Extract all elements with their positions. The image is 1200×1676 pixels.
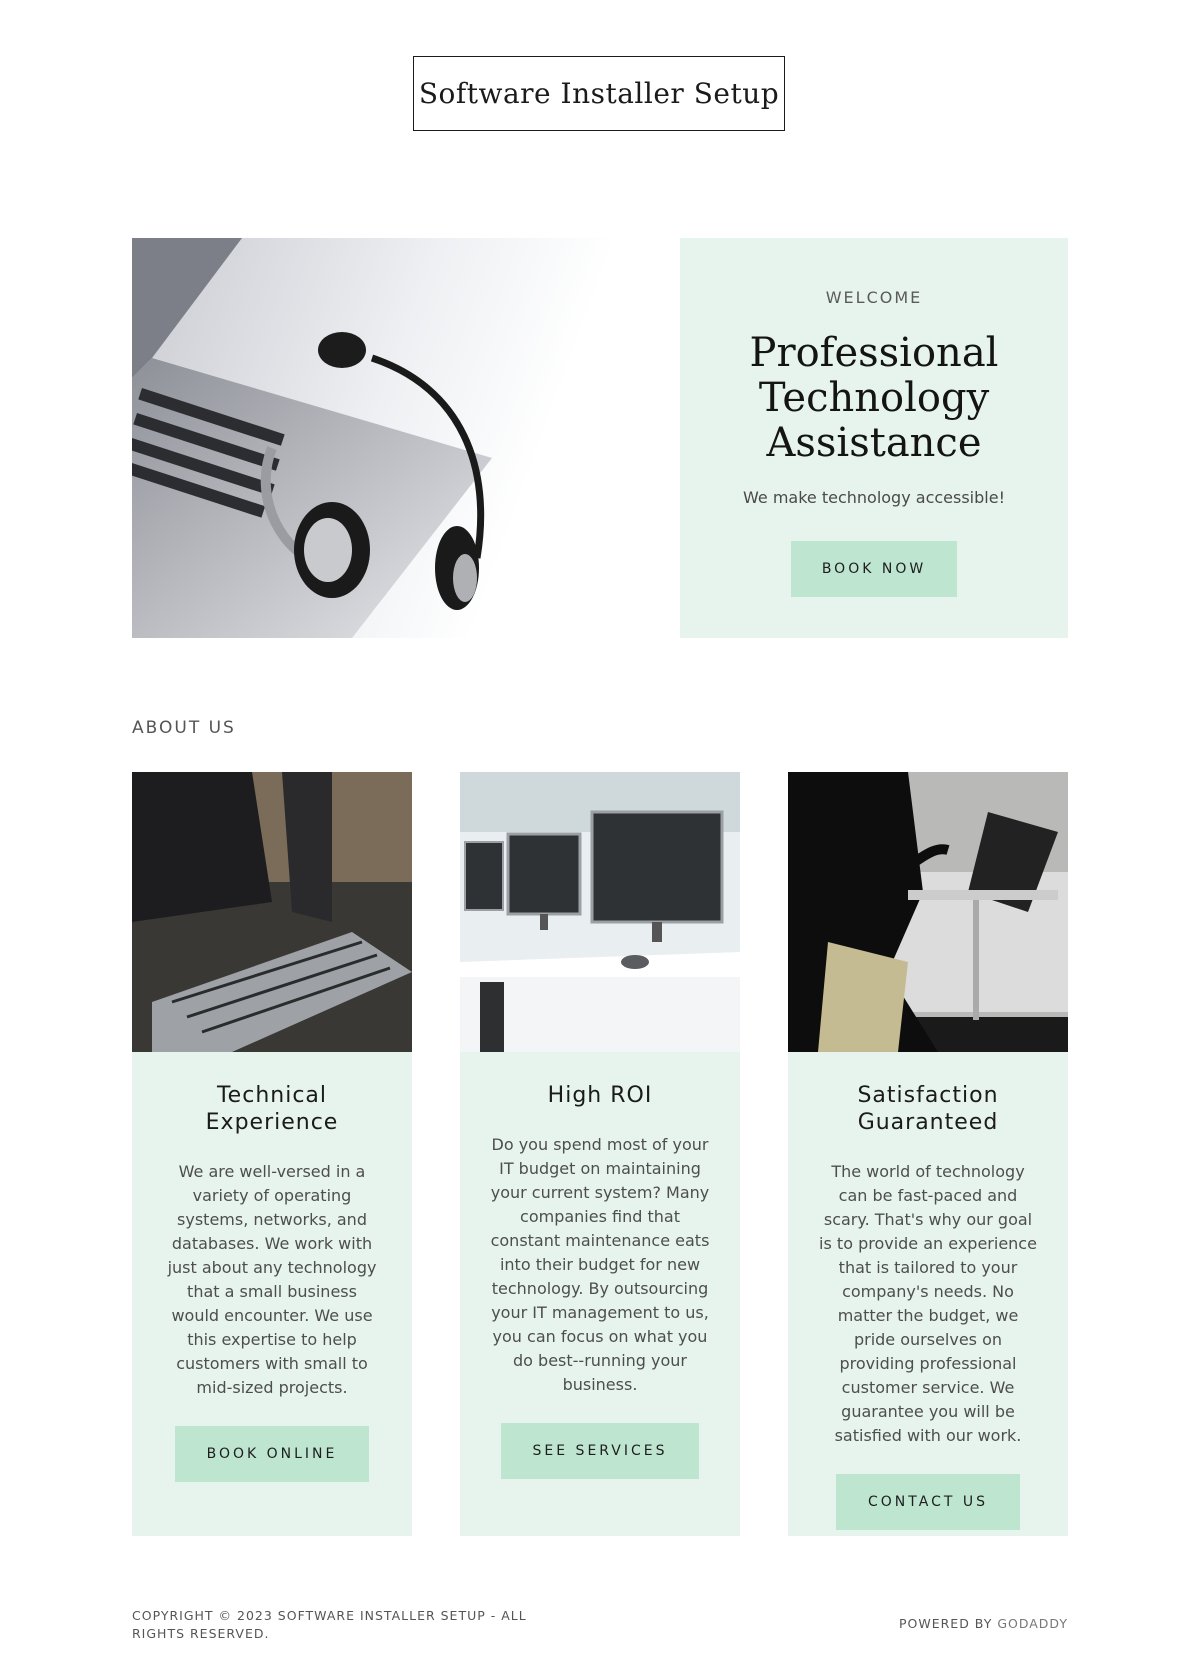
card-text: The world of technology can be fast-pace… — [819, 1162, 1037, 1445]
card-text: Do you spend most of your IT budget on m… — [490, 1135, 710, 1394]
card-satisfaction-guaranteed: Satisfaction Guaranteed The world of tec… — [788, 772, 1068, 1536]
site-title: Software Installer Setup — [418, 76, 780, 110]
godaddy-link[interactable]: GODADDY — [997, 1616, 1068, 1631]
card-title: Satisfaction Guaranteed — [857, 1083, 999, 1135]
hero-section: WELCOME Professional Technology Assistan… — [132, 238, 1068, 638]
card-high-roi: High ROI Do you spend most of your IT bu… — [460, 772, 740, 1536]
powered-by-prefix: POWERED BY — [898, 1616, 993, 1631]
copyright-text: COPYRIGHT © 2023 SOFTWARE INSTALLER SETU… — [132, 1608, 527, 1641]
contact-us-button[interactable]: CONTACT US — [836, 1474, 1020, 1530]
card-title: Technical Experience — [205, 1083, 339, 1135]
see-services-button[interactable]: SEE SERVICES — [500, 1423, 700, 1479]
headset-laptop-illustration — [132, 238, 492, 638]
hero-eyebrow: WELCOME — [825, 288, 923, 307]
card-title: High ROI — [547, 1083, 653, 1108]
powered-by: POWERED BY GODADDY — [899, 1616, 1068, 1631]
hero-panel: WELCOME Professional Technology Assistan… — [680, 238, 1068, 638]
hero-headset-image — [132, 238, 680, 638]
about-us-heading: ABOUT US — [132, 718, 236, 738]
card-text: We are well-versed in a variety of opera… — [167, 1162, 377, 1397]
keyboard-monitor-image — [132, 772, 412, 1052]
book-now-button[interactable]: BOOK NOW — [791, 541, 957, 597]
card-technical-experience: Technical Experience We are well-versed … — [132, 772, 412, 1536]
hero-title: Professional Technology Assistance — [749, 330, 999, 466]
site-title-link[interactable]: Software Installer Setup — [413, 56, 785, 131]
office-monitors-image — [460, 772, 740, 1052]
book-online-button[interactable]: BOOK ONLINE — [174, 1426, 370, 1482]
hero-subtitle: We make technology accessible! — [743, 488, 1005, 507]
person-laptop-image — [788, 772, 1068, 1052]
